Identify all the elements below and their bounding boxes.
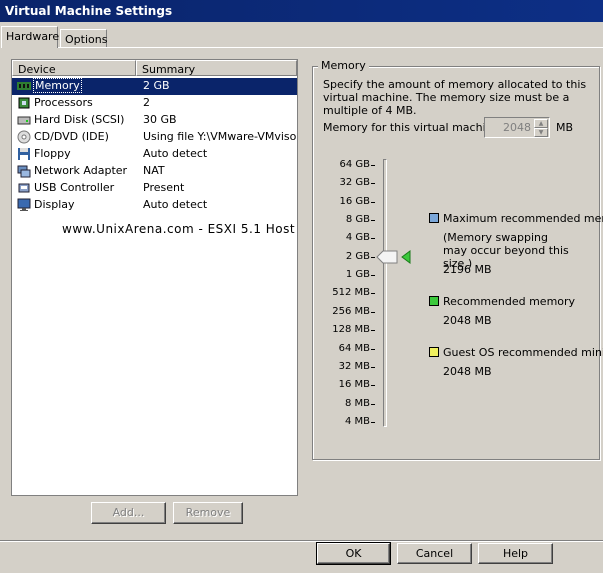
scale-label: 4 GB — [345, 232, 370, 243]
scale-label: 64 GB — [339, 159, 370, 170]
max-memory-legend-icon — [429, 213, 439, 223]
scale-label: 128 MB — [332, 324, 370, 335]
spin-up-button[interactable]: ▲ — [534, 119, 548, 128]
scale-label: 16 GB — [339, 196, 370, 207]
scale-tick — [371, 404, 375, 405]
column-header-summary[interactable]: Summary — [136, 60, 297, 76]
tab-hardware[interactable]: Hardware — [1, 26, 59, 48]
memory-icon — [17, 82, 31, 90]
scale-tick — [371, 349, 375, 350]
floppy-icon — [18, 148, 30, 160]
memory-slider-track[interactable] — [383, 159, 387, 427]
device-row-cd-dvd[interactable]: CD/DVD (IDE) Using file Y:\VMware-VMviso… — [12, 129, 297, 146]
remove-button[interactable]: Remove — [173, 502, 243, 524]
recommended-memory-legend-icon — [429, 296, 439, 306]
scale-label: 2 GB — [345, 251, 370, 262]
device-row-floppy[interactable]: Floppy Auto detect — [12, 146, 297, 163]
scale-tick — [371, 293, 375, 294]
scale-label: 1 GB — [345, 269, 370, 280]
scale-label: 8 MB — [344, 398, 370, 409]
scale-label: 64 MB — [338, 343, 370, 354]
scale-tick — [371, 257, 375, 258]
guest-os-value: 2048 MB — [443, 365, 492, 378]
scale-tick — [371, 183, 375, 184]
device-row-processors[interactable]: Processors 2 — [12, 95, 297, 112]
scale-label: 4 MB — [344, 416, 370, 427]
scale-label: 32 MB — [338, 361, 370, 372]
help-button[interactable]: Help — [478, 543, 553, 564]
add-button[interactable]: Add... — [91, 502, 166, 524]
scale-tick — [371, 220, 375, 221]
memory-slider-thumb[interactable] — [376, 250, 398, 264]
max-memory-label: Maximum recommended memory — [443, 212, 603, 225]
processor-icon — [18, 97, 30, 109]
device-row-usb-controller[interactable]: USB Controller Present — [12, 180, 297, 197]
scale-tick — [371, 312, 375, 313]
recommended-marker-icon — [401, 250, 411, 264]
scale-tick — [371, 385, 375, 386]
memory-value: 2048 — [503, 121, 531, 134]
scale-label: 8 GB — [345, 214, 370, 225]
watermark-text: www.UnixArena.com - ESXI 5.1 Host — [62, 222, 296, 236]
cd-dvd-icon — [17, 130, 31, 144]
device-row-network-adapter[interactable]: Network Adapter NAT — [12, 163, 297, 180]
scale-tick — [371, 422, 375, 423]
network-adapter-icon — [17, 165, 31, 178]
device-row-memory[interactable]: Memory 2 GB — [12, 78, 297, 95]
cancel-button[interactable]: Cancel — [397, 543, 472, 564]
memory-group-title: Memory — [318, 59, 369, 72]
guest-os-legend-icon — [429, 347, 439, 357]
spin-down-button[interactable]: ▼ — [534, 128, 548, 137]
title-bar[interactable]: Virtual Machine Settings — [0, 0, 603, 22]
ok-button[interactable]: OK — [316, 542, 391, 565]
column-header-device[interactable]: Device — [12, 60, 136, 76]
scale-tick — [371, 330, 375, 331]
display-icon — [17, 198, 31, 211]
recommended-memory-value: 2048 MB — [443, 314, 492, 327]
scale-tick — [371, 367, 375, 368]
device-row-display[interactable]: Display Auto detect — [12, 197, 297, 214]
scale-label: 256 MB — [332, 306, 370, 317]
scale-tick — [371, 165, 375, 166]
footer-divider — [0, 540, 603, 541]
scale-tick — [371, 275, 375, 276]
tab-options[interactable]: Options — [60, 29, 107, 47]
device-row-hard-disk[interactable]: Hard Disk (SCSI) 30 GB — [12, 112, 297, 129]
window-title: Virtual Machine Settings — [5, 4, 173, 18]
memory-field-label: Memory for this virtual machine: — [323, 121, 504, 134]
hard-disk-icon — [17, 116, 31, 125]
guest-os-label: Guest OS recommended minimum — [443, 346, 603, 359]
memory-spinbox[interactable]: 2048 ▲ ▼ — [484, 117, 550, 138]
scale-label: 16 MB — [338, 379, 370, 390]
memory-unit-label: MB — [556, 121, 574, 134]
usb-icon — [18, 183, 30, 193]
scale-label: 32 GB — [339, 177, 370, 188]
device-list[interactable]: Device Summary Memory 2 GB Processors 2 … — [11, 59, 298, 496]
memory-description: Specify the amount of memory allocated t… — [323, 78, 587, 117]
scale-label: 512 MB — [332, 287, 370, 298]
tab-divider — [58, 47, 603, 48]
scale-tick — [371, 238, 375, 239]
max-memory-value: 2196 MB — [443, 263, 492, 276]
scale-tick — [371, 202, 375, 203]
recommended-memory-label: Recommended memory — [443, 295, 576, 308]
